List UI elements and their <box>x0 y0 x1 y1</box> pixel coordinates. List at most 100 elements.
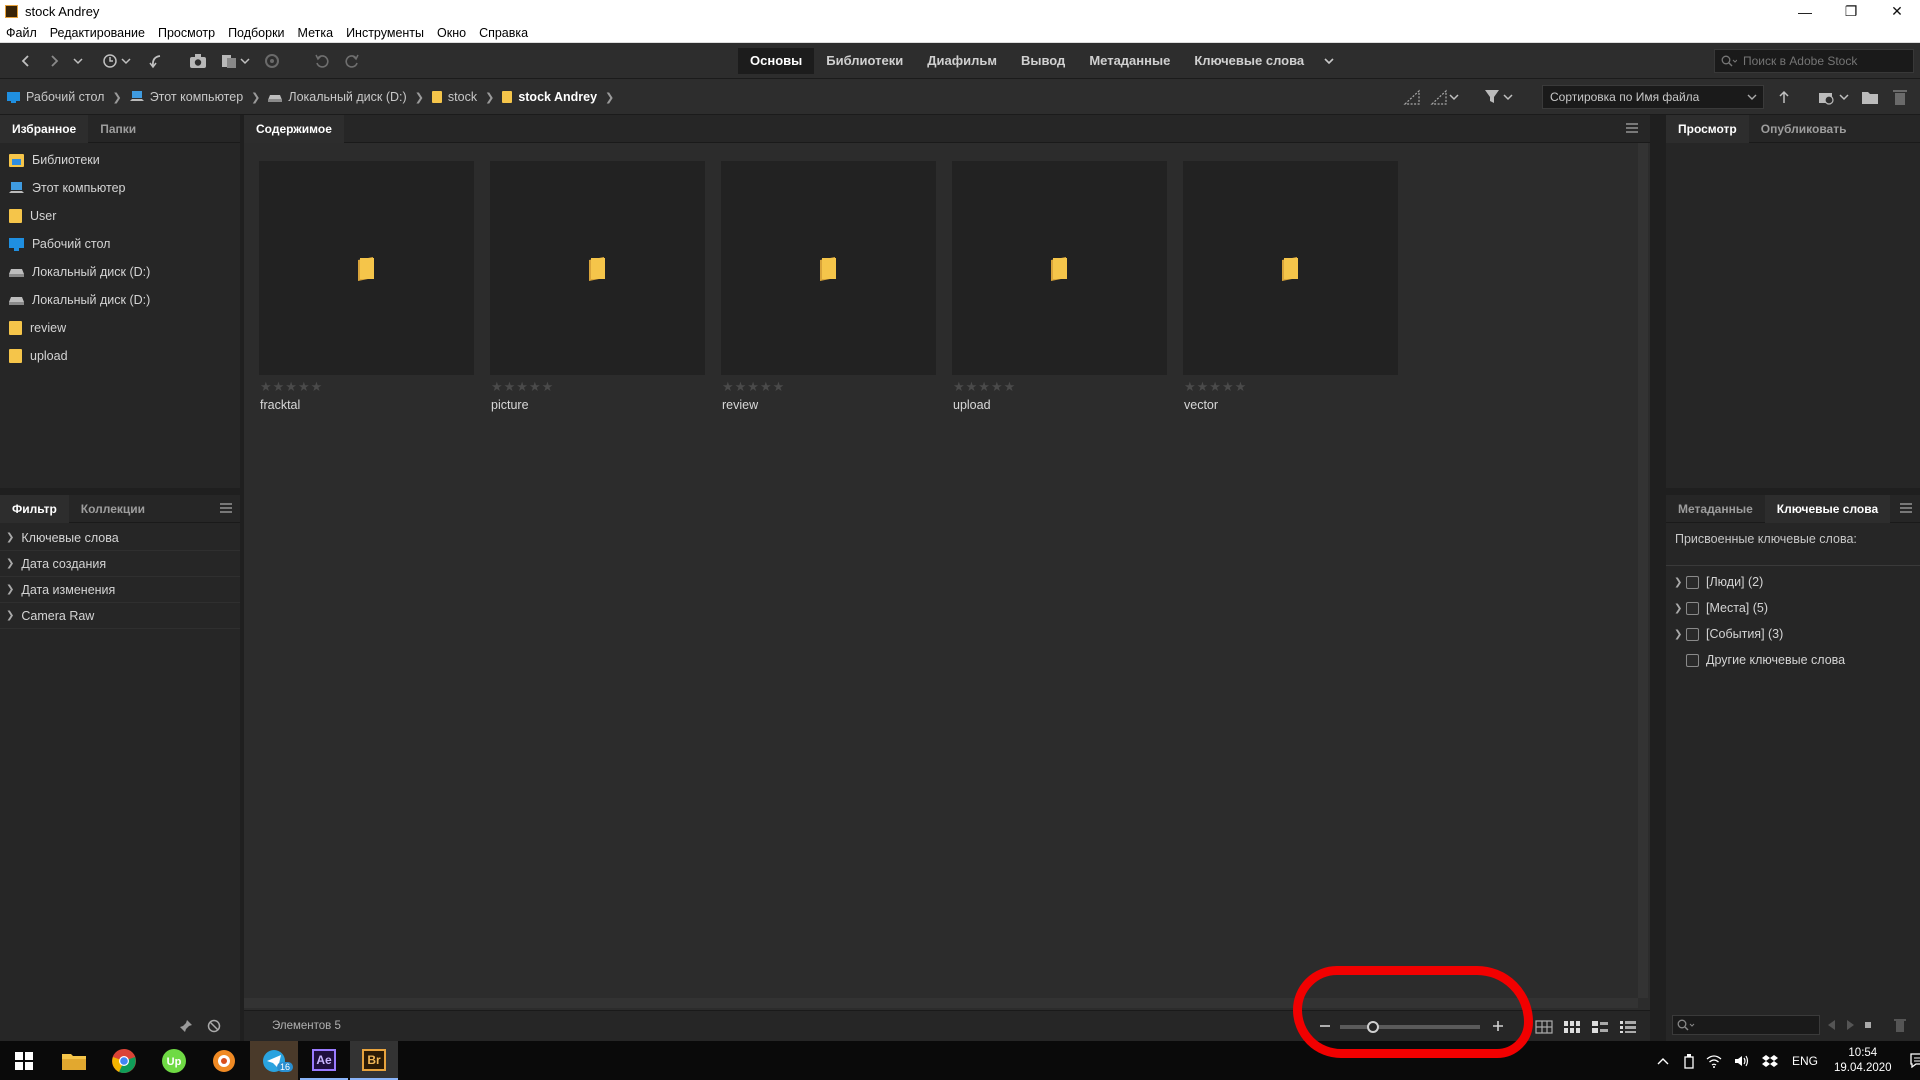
menu-help[interactable]: Справка <box>479 26 528 40</box>
close-button[interactable]: ✕ <box>1874 0 1920 23</box>
folder-thumbnail[interactable] <box>721 161 936 375</box>
back-icon[interactable] <box>16 51 36 71</box>
chevron-right-icon[interactable]: ❯ <box>1674 603 1686 614</box>
panel-menu-icon[interactable] <box>220 503 232 513</box>
keyword-row-people[interactable]: ❯ [Люди] (2) <box>1674 571 1763 593</box>
tab-folders[interactable]: Папки <box>88 115 148 143</box>
item-name[interactable]: upload <box>953 398 991 412</box>
favorite-item-drive-d[interactable]: Локальный диск (D:) <box>0 258 240 286</box>
view-list-icon[interactable] <box>1618 1017 1638 1037</box>
breadcrumb-computer[interactable]: Этот компьютер <box>129 90 243 104</box>
chevron-right-icon[interactable]: ❯ <box>1674 577 1686 588</box>
tab-preview[interactable]: Просмотр <box>1666 114 1749 143</box>
workspace-metadata[interactable]: Метаданные <box>1077 48 1182 74</box>
notifications-icon[interactable] <box>1909 1053 1920 1068</box>
filter-date-modified[interactable]: ❯ Дата изменения <box>0 577 240 603</box>
rating-stars[interactable]: ★★★★★ <box>491 379 554 395</box>
breadcrumb-separator-icon[interactable]: ❯ <box>251 91 260 104</box>
breadcrumb-drive[interactable]: Локальный диск (D:) <box>268 90 407 104</box>
item-name[interactable]: vector <box>1184 398 1218 412</box>
batch-rename-icon[interactable] <box>262 51 282 71</box>
menu-stacks[interactable]: Подборки <box>228 26 284 40</box>
lock-grid-icon[interactable] <box>1534 1017 1554 1037</box>
filter-camera-raw[interactable]: ❯ Camera Raw <box>0 603 240 629</box>
menu-tools[interactable]: Инструменты <box>346 26 424 40</box>
upwork-icon[interactable]: Up <box>150 1041 198 1080</box>
keyword-search-input[interactable] <box>1672 1015 1820 1035</box>
workspace-keywords[interactable]: Ключевые слова <box>1182 48 1316 74</box>
review-mode-icon[interactable] <box>1430 87 1460 107</box>
favorite-item-review[interactable]: review <box>0 314 240 342</box>
after-effects-icon[interactable]: Ae <box>300 1041 348 1080</box>
favorite-item-libraries[interactable]: Библиотеки <box>0 146 240 174</box>
keyword-checkbox[interactable] <box>1686 601 1699 615</box>
item-name[interactable]: review <box>722 398 758 412</box>
return-to-app-icon[interactable] <box>146 51 166 71</box>
panel-menu-icon[interactable] <box>1900 503 1912 513</box>
menu-label[interactable]: Метка <box>298 26 334 40</box>
camera-import-icon[interactable] <box>188 51 208 71</box>
sort-ascending-icon[interactable] <box>1774 87 1794 107</box>
folder-thumbnail[interactable] <box>259 161 474 375</box>
chrome-icon[interactable] <box>100 1041 148 1080</box>
pin-icon[interactable] <box>176 1016 196 1036</box>
wifi-icon[interactable] <box>1706 1054 1722 1068</box>
folder-thumbnail[interactable] <box>490 161 705 375</box>
rating-stars[interactable]: ★★★★★ <box>1184 379 1247 395</box>
dropbox-icon[interactable] <box>1762 1054 1778 1068</box>
favorite-item-upload[interactable]: upload <box>0 342 240 370</box>
orange-app-icon[interactable] <box>200 1041 248 1080</box>
panel-menu-icon[interactable] <box>1626 123 1638 133</box>
tab-content[interactable]: Содержимое <box>244 114 344 143</box>
quality-thumbnail-icon[interactable] <box>1402 87 1422 107</box>
tab-publish[interactable]: Опубликовать <box>1749 115 1859 143</box>
breadcrumb-separator-icon[interactable]: ❯ <box>605 91 614 104</box>
vertical-scrollbar[interactable] <box>1638 143 1648 998</box>
clock[interactable]: 10:54 19.04.2020 <box>1834 1046 1892 1076</box>
keyword-checkbox[interactable] <box>1686 627 1699 641</box>
filter-keywords[interactable]: ❯ Ключевые слова <box>0 525 240 551</box>
recent-history-icon[interactable] <box>100 51 134 71</box>
workspace-essentials[interactable]: Основы <box>738 48 815 74</box>
tray-expand-icon[interactable] <box>1657 1057 1669 1065</box>
file-explorer-icon[interactable] <box>50 1041 98 1080</box>
tab-keywords[interactable]: Ключевые слова <box>1764 494 1891 523</box>
sort-select[interactable]: Сортировка по Имя файла <box>1542 85 1764 109</box>
rating-stars[interactable]: ★★★★★ <box>260 379 323 395</box>
keyword-checkbox[interactable] <box>1686 653 1699 667</box>
rating-stars[interactable]: ★★★★★ <box>722 379 785 395</box>
tab-metadata[interactable]: Метаданные <box>1666 495 1765 523</box>
menu-edit[interactable]: Редактирование <box>50 26 145 40</box>
chevron-down-icon[interactable] <box>1316 48 1342 74</box>
menu-window[interactable]: Окно <box>437 26 466 40</box>
favorite-item-user[interactable]: User <box>0 202 240 230</box>
next-icon[interactable] <box>1842 1015 1858 1035</box>
restore-button[interactable]: ❐ <box>1828 0 1874 23</box>
language-indicator[interactable]: ENG <box>1792 1054 1818 1068</box>
breadcrumb-separator-icon[interactable]: ❯ <box>415 91 424 104</box>
rotate-left-icon[interactable] <box>312 51 332 71</box>
view-thumbnails-icon[interactable] <box>1562 1017 1582 1037</box>
filter-items-icon[interactable] <box>1484 87 1514 107</box>
rating-stars[interactable]: ★★★★★ <box>953 379 1016 395</box>
breadcrumb-stock[interactable]: stock <box>431 90 477 104</box>
favorite-item-desktop[interactable]: Рабочий стол <box>0 230 240 258</box>
breadcrumb-separator-icon[interactable]: ❯ <box>112 91 121 104</box>
folder-thumbnail[interactable] <box>1183 161 1398 375</box>
breadcrumb-separator-icon[interactable]: ❯ <box>485 91 494 104</box>
folder-thumbnail[interactable] <box>952 161 1167 375</box>
workspace-libraries[interactable]: Библиотеки <box>814 48 915 74</box>
new-keyword-icon[interactable] <box>1860 1015 1876 1035</box>
usb-icon[interactable] <box>1684 1053 1694 1069</box>
minimize-button[interactable]: — <box>1782 0 1828 23</box>
forward-icon[interactable] <box>44 51 64 71</box>
tab-filter[interactable]: Фильтр <box>0 494 69 523</box>
windows-start-icon[interactable] <box>0 1041 48 1080</box>
tab-collections[interactable]: Коллекции <box>69 495 157 523</box>
rotate-right-icon[interactable] <box>342 51 362 71</box>
favorite-item-computer[interactable]: Этот компьютер <box>0 174 240 202</box>
chevron-down-icon[interactable] <box>68 51 88 71</box>
menu-file[interactable]: Файл <box>6 26 37 40</box>
trash-icon[interactable] <box>1890 87 1910 107</box>
refine-icon[interactable] <box>220 51 252 71</box>
